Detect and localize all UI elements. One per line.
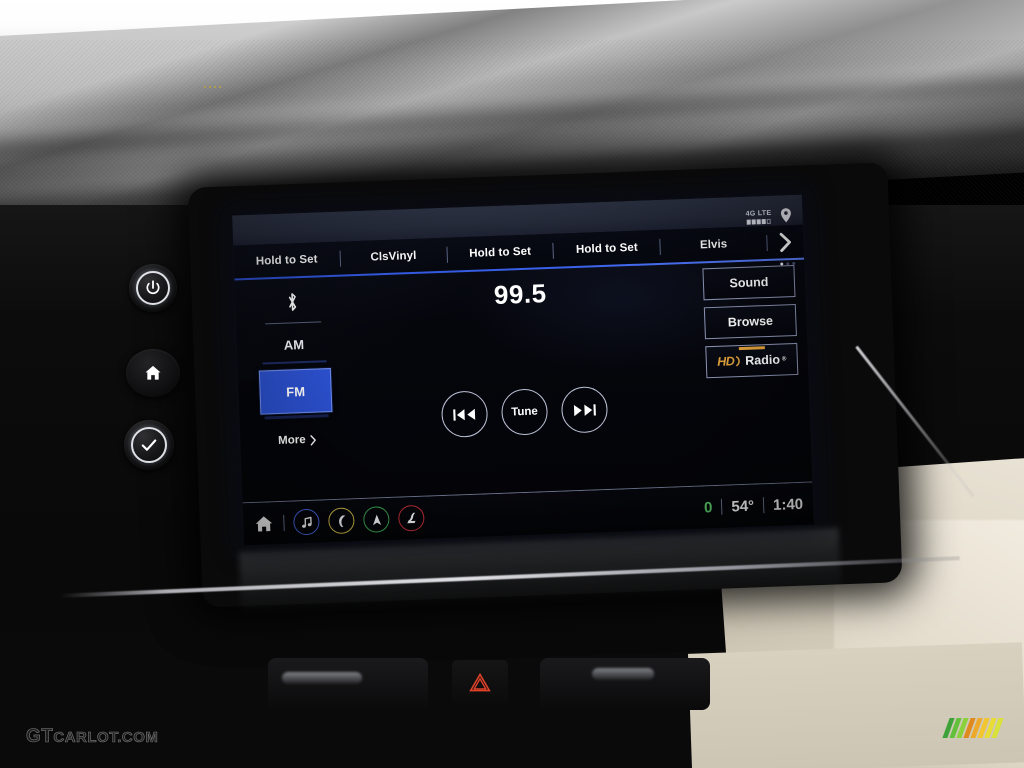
dash-speck-a bbox=[204, 86, 222, 88]
seek-previous-button[interactable] bbox=[440, 390, 489, 438]
skip-back-icon bbox=[453, 408, 476, 421]
phone-shortcut-button[interactable] bbox=[327, 507, 355, 535]
power-button[interactable] bbox=[129, 264, 177, 312]
hazard-button[interactable] bbox=[452, 660, 508, 704]
status-divider bbox=[721, 498, 723, 515]
seat-heater-icon bbox=[407, 512, 416, 524]
source-selector-panel: AM FM More bbox=[249, 286, 341, 448]
hd-radio-wave-icon bbox=[736, 356, 741, 367]
chevron-right-icon bbox=[780, 232, 792, 253]
audio-shortcut-button[interactable] bbox=[292, 508, 320, 536]
seat-climate-shortcut-button[interactable] bbox=[397, 504, 425, 532]
site-logo-stripes bbox=[942, 718, 1004, 738]
outside-temperature-value: 54° bbox=[731, 497, 755, 515]
right-vent-blade bbox=[592, 668, 654, 680]
radio-options-panel: Sound Browse HD Radio ® bbox=[702, 264, 799, 385]
browse-button[interactable]: Browse bbox=[703, 303, 797, 340]
skip-forward-icon bbox=[573, 403, 596, 416]
tune-button[interactable]: Tune bbox=[500, 388, 549, 436]
source-button-fm[interactable]: FM bbox=[258, 368, 333, 415]
station-frequency: 99.5 bbox=[493, 278, 548, 311]
more-sources-button[interactable]: More bbox=[254, 433, 340, 448]
preset-button-4[interactable]: Hold to Set bbox=[554, 241, 660, 257]
bottom-shortcuts bbox=[253, 504, 425, 537]
hd-radio-prefix: HD bbox=[716, 354, 735, 369]
home-shortcut-button[interactable] bbox=[253, 513, 275, 535]
hd-radio-button[interactable]: HD Radio ® bbox=[705, 342, 799, 379]
bottom-status-values: 0 54° 1:40 bbox=[704, 495, 804, 516]
compass-heading-value: 0 bbox=[703, 498, 713, 516]
right-air-vent bbox=[540, 658, 710, 710]
preset-button-3[interactable]: Hold to Set bbox=[447, 245, 553, 261]
radio-main-area: AM FM More 99.5 Tune Sound Browse HD Rad… bbox=[235, 261, 813, 504]
preset-button-2[interactable]: ClsVinyl bbox=[340, 249, 446, 265]
shortcut-divider bbox=[283, 514, 285, 531]
navigation-shortcut-button[interactable] bbox=[362, 506, 390, 533]
home-button[interactable] bbox=[126, 349, 180, 397]
infotainment-display[interactable]: 4G LTE Hold to Set ClsVinyl Hold to Set bbox=[232, 194, 814, 546]
preset-next-page-button[interactable] bbox=[767, 232, 804, 253]
clock-value: 1:40 bbox=[772, 495, 804, 514]
preset-button-1[interactable]: Hold to Set bbox=[234, 253, 340, 269]
seek-next-button[interactable] bbox=[560, 385, 609, 434]
chevron-right-icon bbox=[310, 434, 317, 445]
navigation-arrow-icon bbox=[372, 514, 381, 525]
watermark-suffix: CARLOT.COM bbox=[53, 729, 159, 747]
phone-icon bbox=[338, 514, 345, 527]
source-divider bbox=[265, 321, 322, 325]
location-pin-icon bbox=[780, 208, 791, 223]
source-button-am[interactable]: AM bbox=[250, 326, 337, 363]
network-label: 4G LTE bbox=[745, 209, 772, 218]
hd-radio-logo: HD Radio ® bbox=[716, 346, 787, 369]
left-air-vent bbox=[268, 658, 428, 710]
left-vent-blade bbox=[282, 672, 362, 684]
hd-radio-bar bbox=[738, 346, 765, 350]
transport-controls: Tune bbox=[440, 385, 609, 438]
hd-radio-registered-mark: ® bbox=[781, 356, 787, 363]
status-divider bbox=[762, 497, 765, 514]
power-icon bbox=[146, 280, 160, 295]
lower-trim-panel bbox=[688, 642, 1024, 768]
check-icon bbox=[141, 439, 157, 451]
hd-radio-word: Radio bbox=[745, 352, 781, 368]
preset-button-5[interactable]: Elvis bbox=[661, 237, 767, 253]
confirm-button[interactable] bbox=[124, 420, 174, 470]
more-label: More bbox=[277, 434, 306, 448]
screenshot-root: 4G LTE Hold to Set ClsVinyl Hold to Set bbox=[0, 0, 1024, 768]
sound-button[interactable]: Sound bbox=[702, 264, 796, 301]
bluetooth-status bbox=[249, 286, 336, 315]
home-icon bbox=[145, 365, 161, 380]
bluetooth-icon bbox=[288, 293, 297, 311]
watermark: GTCARLOT.COM bbox=[26, 726, 158, 748]
hazard-triangle-icon bbox=[469, 672, 491, 691]
music-note-icon bbox=[301, 516, 312, 528]
watermark-prefix: GT bbox=[26, 726, 54, 748]
fm-button-bottom-shadow bbox=[264, 414, 329, 420]
network-indicator: 4G LTE bbox=[746, 210, 772, 225]
home-icon bbox=[255, 515, 273, 531]
signal-bars-icon bbox=[746, 218, 771, 225]
infotainment-screen-surface: 4G LTE Hold to Set ClsVinyl Hold to Set bbox=[232, 194, 814, 546]
